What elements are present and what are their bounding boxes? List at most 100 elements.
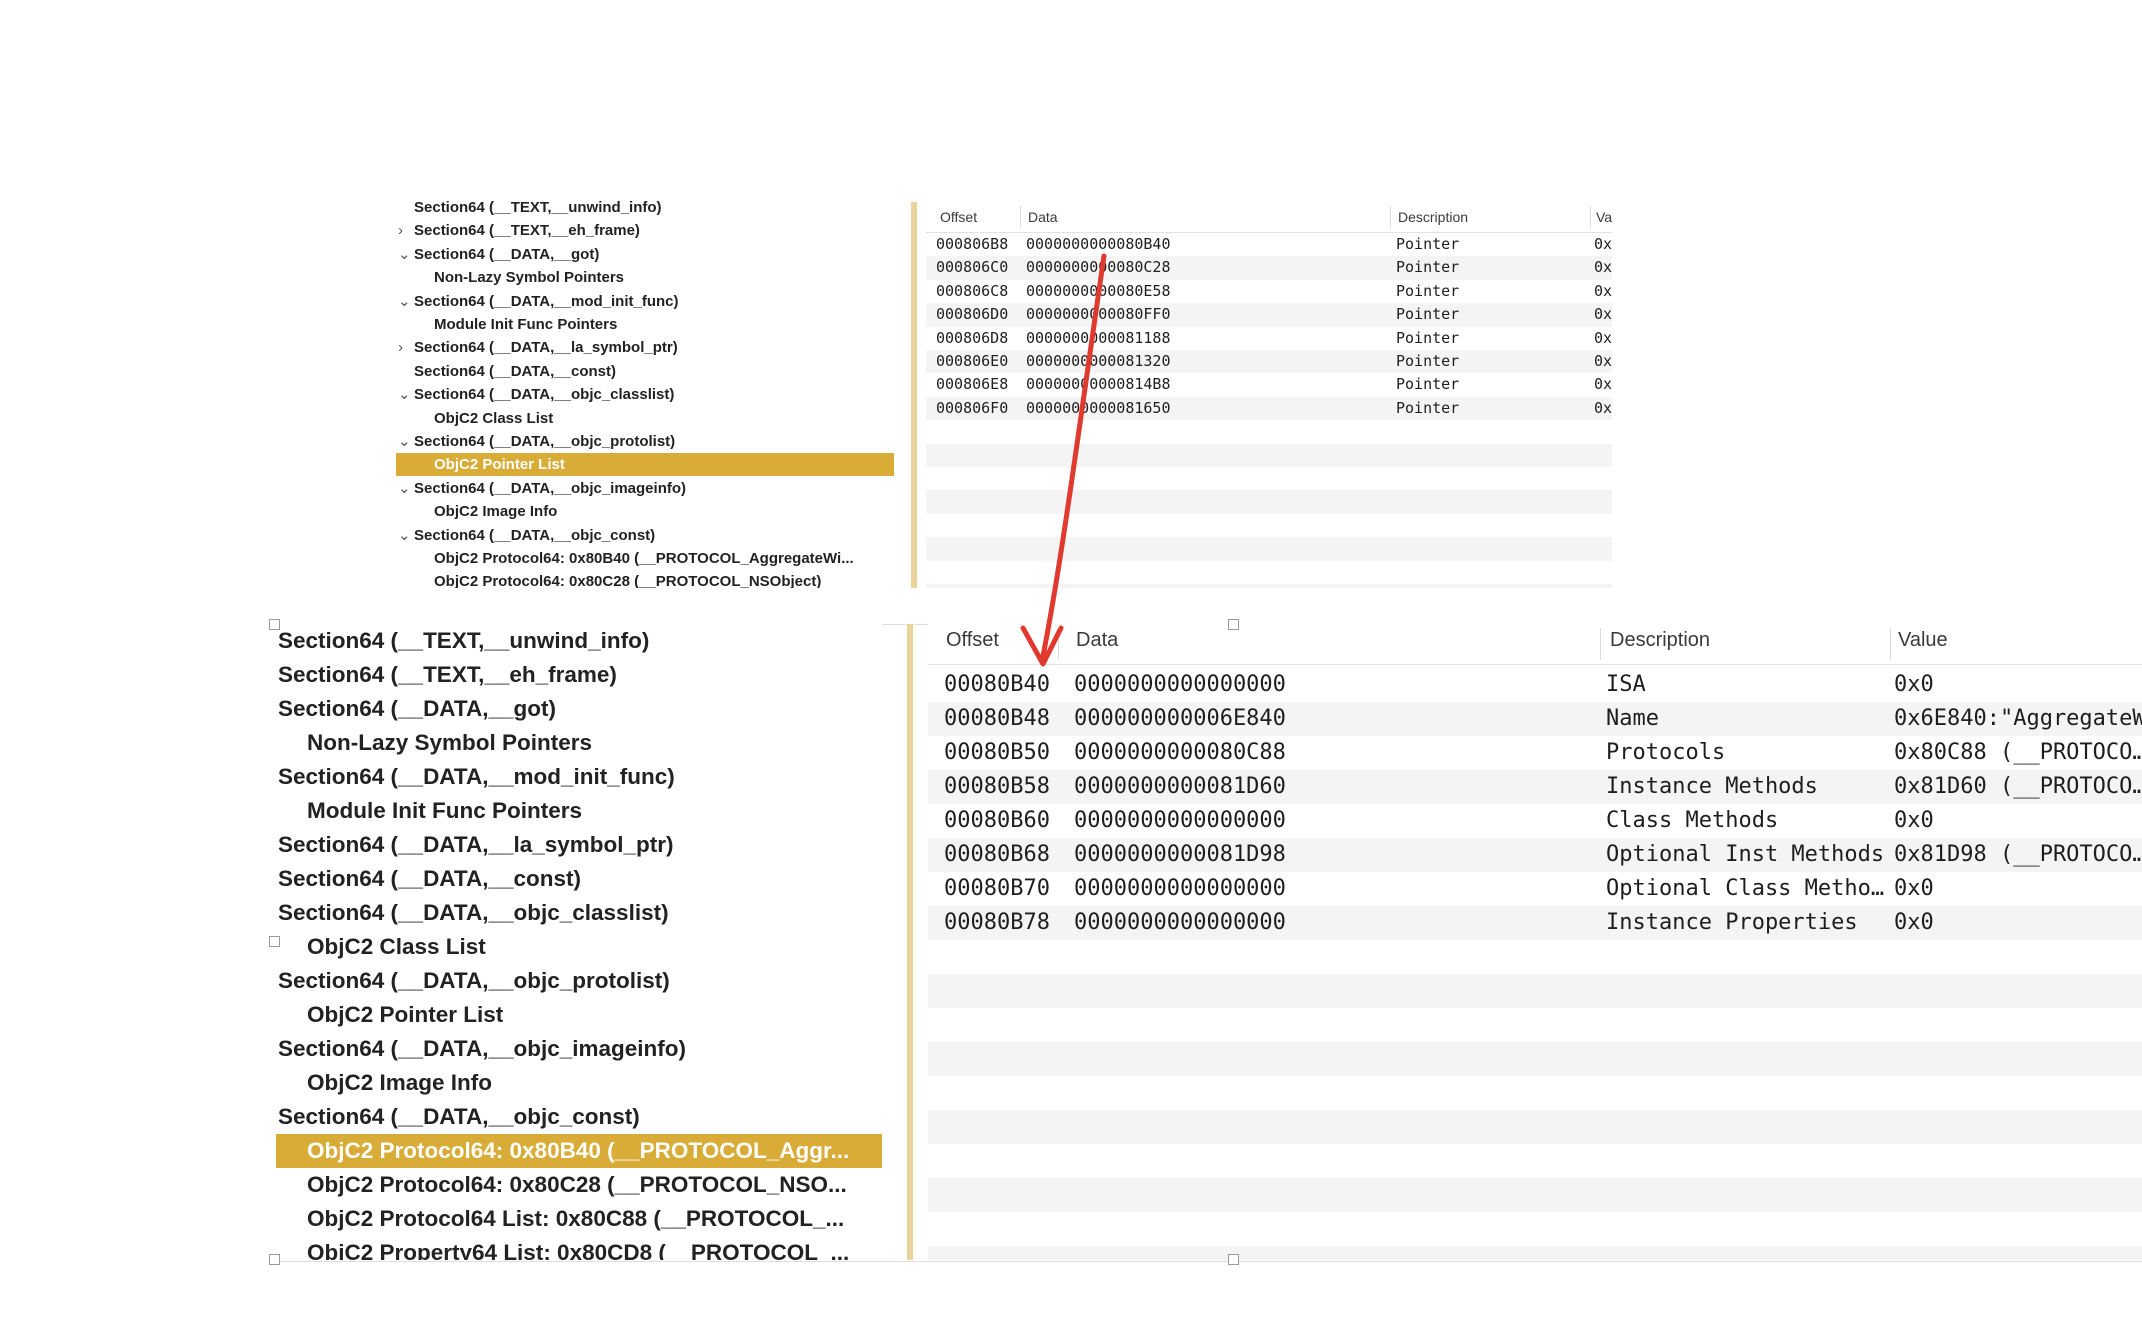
resize-handle[interactable] [269,619,280,630]
cell-data: 0000000000081D60 [1074,774,1286,799]
tree-item-label: Section64 (__DATA,__got) [278,696,556,721]
table-row[interactable]: 00080B50 0000000000080C88 Protocols 0x80C88… [928,736,2142,770]
table-row[interactable]: 00080B68 0000000000081D98 Optional Inst Me… [928,838,2142,872]
tree-item-section64-text-unwind-info[interactable]: Section64 (__TEXT,__unwind_info) [274,624,882,658]
tree-item-objc2-image-info[interactable]: ObjC2 Image Info [274,1066,882,1100]
tree-item-section64-data-objc-imageinfo[interactable]: Section64 (__DATA,__objc_imageinfo) [274,1032,882,1066]
tree-item-objc2-pointer-list[interactable]: ObjC2 Pointer List [396,453,894,477]
table-row[interactable]: 000806D0 0000000000080FF0 Pointer 0x [926,303,1612,327]
tree-item-label: Section64 (__DATA,__const) [278,866,581,891]
tree-item-section64-data-objc-const[interactable]: Section64 (__DATA,__objc_const) [274,1100,882,1134]
table-row[interactable]: 000806E0 0000000000081320 Pointer 0x [926,350,1612,374]
chevron-down-icon[interactable]: ⌄ [398,477,411,500]
tree-item-section64-data-objc-protolist[interactable]: ⌄ Section64 (__DATA,__objc_protolist) [392,430,894,453]
tree-item-label: ObjC2 Class List [307,934,486,959]
table-row[interactable]: 000806F0 0000000000081650 Pointer 0x [926,396,1612,421]
tree-item-objc2-property64-list-0x80cd8-protocol[interactable]: ObjC2 Property64 List: 0x80CD8 (__PROTOC… [274,1236,882,1260]
tree-item-section64-data-objc-protolist[interactable]: Section64 (__DATA,__objc_protolist) [274,964,882,998]
bottom-pane-splitter[interactable] [907,624,913,1260]
tree-item-non-lazy-symbol-pointers[interactable]: Non-Lazy Symbol Pointers [392,266,894,289]
tree-item-objc2-class-list[interactable]: ObjC2 Class List [392,407,894,430]
tree-item-objc2-protocol64-0x80c28-protocol-nsobje[interactable]: ObjC2 Protocol64: 0x80C28 (__PROTOCOL_NS… [392,570,894,588]
tree-item-section64-data-objc-const[interactable]: ⌄ Section64 (__DATA,__objc_const) [392,524,894,547]
table-row[interactable]: 00080B48 000000000006E840 Name 0x6E840:"Agg… [928,702,2142,736]
tree-item-section64-text-eh-frame[interactable]: Section64 (__TEXT,__eh_frame) [274,658,882,692]
tree-item-section64-text-eh-frame[interactable]: › Section64 (__TEXT,__eh_frame) [392,219,894,242]
chevron-down-icon[interactable]: ⌄ [398,524,411,547]
top-data-table[interactable]: Offset Data Description Va 000806B8 00000… [926,202,1612,588]
tree-item-section64-data-la-symbol-ptr[interactable]: Section64 (__DATA,__la_symbol_ptr) [274,828,882,862]
cell-description: Name [1606,706,1659,731]
tree-item-module-init-func-pointers[interactable]: Module Init Func Pointers [274,794,882,828]
chevron-down-icon[interactable]: ⌄ [398,290,411,313]
column-header-offset[interactable]: Offset [946,624,999,664]
tree-item-non-lazy-symbol-pointers[interactable]: Non-Lazy Symbol Pointers [274,726,882,760]
tree-item-objc2-protocol64-list-0x80c88-protocol[interactable]: ObjC2 Protocol64 List: 0x80C88 (__PROTOC… [274,1202,882,1236]
table-row[interactable]: 000806E8 00000000000814B8 Pointer 0x [926,373,1612,396]
cell-offset: 00080B50 [944,740,1050,765]
tree-item-section64-data-const[interactable]: Section64 (__DATA,__const) [392,360,894,383]
top-outline-tree[interactable]: Section64 (__TEXT,__unwind_info) › Section… [392,196,894,588]
tree-item-label: Section64 (__TEXT,__eh_frame) [278,662,617,687]
bottom-outline-tree[interactable]: Section64 (__TEXT,__unwind_info) Section6… [274,624,882,1260]
cell-data: 0000000000081188 [1026,328,1171,347]
tree-item-section64-data-const[interactable]: Section64 (__DATA,__const) [274,862,882,896]
table-row[interactable]: 00080B70 0000000000000000 Optional Class M… [928,872,2142,906]
tree-item-label: Section64 (__DATA,__mod_init_func) [278,764,675,789]
column-header-offset[interactable]: Offset [940,202,977,232]
chevron-right-icon[interactable]: › [398,219,403,242]
table-row[interactable]: 00080B58 0000000000081D60 Instance Methods… [928,770,2142,804]
chevron-down-icon[interactable]: ⌄ [398,243,411,266]
table-row[interactable]: 00080B60 0000000000000000 Class Methods 0x0 [928,804,2142,838]
column-divider[interactable] [1590,206,1591,228]
empty-table-row [928,940,2142,974]
tree-item-section64-data-mod-init-func[interactable]: ⌄ Section64 (__DATA,__mod_init_func) [392,290,894,313]
tree-item-objc2-image-info[interactable]: ObjC2 Image Info [392,500,894,523]
tree-item-objc2-protocol64-0x80c28-protocol-nso[interactable]: ObjC2 Protocol64: 0x80C28 (__PROTOCOL_NS… [274,1168,882,1202]
column-header-value[interactable]: Value [1898,624,1948,664]
cell-value: 0x [1594,375,1612,394]
resize-handle[interactable] [1228,619,1239,630]
tree-item-section64-data-objc-classlist[interactable]: Section64 (__DATA,__objc_classlist) [274,896,882,930]
tree-item-label: Section64 (__DATA,__got) [414,245,600,263]
tree-item-objc2-class-list[interactable]: ObjC2 Class List [274,930,882,964]
column-divider[interactable] [1600,628,1601,660]
tree-item-section64-data-got[interactable]: Section64 (__DATA,__got) [274,692,882,726]
bottom-data-table[interactable]: Offset Data Description Value 00080B40 00… [928,624,2142,1260]
cell-description: Pointer [1396,375,1460,394]
tree-item-label: ObjC2 Protocol64 List: 0x80C88 (__PROTOC… [307,1206,845,1231]
tree-item-section64-data-objc-classlist[interactable]: ⌄ Section64 (__DATA,__objc_classlist) [392,383,894,406]
table-row[interactable]: 000806C8 0000000000080E58 Pointer 0x [926,280,1612,303]
column-header-value[interactable]: Va [1596,202,1612,232]
chevron-down-icon[interactable]: ⌄ [398,383,411,406]
resize-handle[interactable] [269,936,280,947]
column-header-description[interactable]: Description [1398,202,1468,232]
table-row[interactable]: 000806C0 0000000000080C28 Pointer 0x [926,256,1612,280]
column-divider[interactable] [1020,206,1021,228]
table-row[interactable]: 000806D8 0000000000081188 Pointer 0x [926,327,1612,350]
column-divider[interactable] [1890,628,1891,660]
tree-item-objc2-pointer-list[interactable]: ObjC2 Pointer List [274,998,882,1032]
cell-data: 0000000000081650 [1026,398,1171,417]
tree-item-section64-text-unwind-info[interactable]: Section64 (__TEXT,__unwind_info) [392,196,894,219]
table-row[interactable]: 00080B40 0000000000000000 ISA 0x0 [928,668,2142,702]
top-pane-splitter[interactable] [911,202,917,588]
table-row[interactable]: 000806B8 0000000000080B40 Pointer 0x [926,233,1612,256]
resize-handle[interactable] [1228,1254,1239,1265]
resize-handle[interactable] [269,1254,280,1265]
tree-item-objc2-protocol64-0x80b40-protocol-aggr[interactable]: ObjC2 Protocol64: 0x80B40 (__PROTOCOL_Ag… [276,1134,882,1168]
column-header-data[interactable]: Data [1028,202,1058,232]
column-divider[interactable] [1058,628,1059,660]
tree-item-section64-data-la-symbol-ptr[interactable]: › Section64 (__DATA,__la_symbol_ptr) [392,336,894,359]
tree-item-module-init-func-pointers[interactable]: Module Init Func Pointers [392,313,894,336]
tree-item-section64-data-objc-imageinfo[interactable]: ⌄ Section64 (__DATA,__objc_imageinfo) [392,477,894,500]
column-header-description[interactable]: Description [1610,624,1710,664]
tree-item-section64-data-mod-init-func[interactable]: Section64 (__DATA,__mod_init_func) [274,760,882,794]
column-divider[interactable] [1390,206,1391,228]
column-header-data[interactable]: Data [1076,624,1118,664]
tree-item-section64-data-got[interactable]: ⌄ Section64 (__DATA,__got) [392,243,894,266]
tree-item-objc2-protocol64-0x80b40-protocol-aggreg[interactable]: ObjC2 Protocol64: 0x80B40 (__PROTOCOL_Ag… [392,547,894,570]
table-row[interactable]: 00080B78 0000000000000000 Instance Propert… [928,906,2142,940]
chevron-right-icon[interactable]: › [398,336,403,359]
chevron-down-icon[interactable]: ⌄ [398,430,411,453]
